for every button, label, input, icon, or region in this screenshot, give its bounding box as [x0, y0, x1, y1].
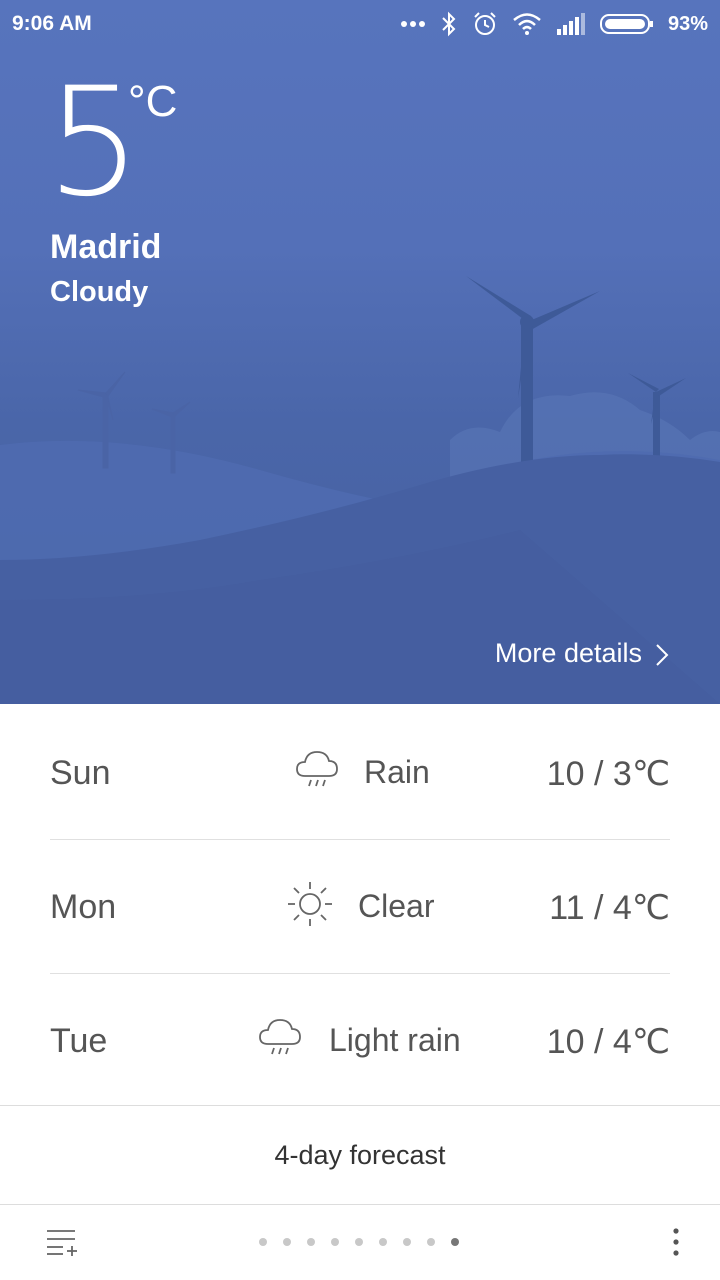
bottom-bar [0, 1205, 720, 1280]
page-indicator [259, 1238, 459, 1246]
forecast-condition: Light rain [329, 1022, 461, 1058]
page-dot [451, 1238, 459, 1246]
city-name: Madrid [50, 228, 162, 266]
forecast-condition: Clear [358, 888, 435, 924]
more-details-label: More details [494, 638, 642, 668]
page-dot [283, 1238, 291, 1246]
page-dot [427, 1238, 435, 1246]
bluetooth-icon [442, 11, 456, 37]
forecast-row[interactable]: Sun Rain 10 / 3℃ [50, 706, 670, 840]
status-bar: 9:06 AM 93% [0, 0, 720, 48]
page-dot [403, 1238, 411, 1246]
page-dot [259, 1238, 267, 1246]
forecast-day: Mon [50, 888, 117, 926]
battery-percent: 93% [667, 12, 708, 35]
rain-cloud-icon [259, 1019, 301, 1055]
page-dot [355, 1238, 363, 1246]
current-temperature: 5 [46, 56, 141, 230]
page-dot [379, 1238, 387, 1246]
forecast-range: 11 / 4℃ [549, 889, 670, 927]
forecast-range: 10 / 4℃ [546, 1023, 670, 1061]
signal-icon [556, 13, 585, 35]
wifi-icon [513, 13, 541, 35]
battery-icon [599, 14, 653, 34]
status-icons: 93% [400, 10, 708, 38]
forecast-row[interactable]: Tue Light rain 10 / 4℃ [50, 974, 670, 1107]
sun-icon [288, 882, 332, 926]
forecast-row[interactable]: Mon Clear 11 / 4℃ [50, 840, 670, 974]
more-dots-icon [400, 21, 425, 27]
chevron-right-icon[interactable] [654, 642, 670, 668]
forecast-list: Sun Rain 10 / 3℃ Mon Clear 11 / 4℃ Tue L… [50, 706, 670, 1107]
more-details-link[interactable]: More details [495, 638, 642, 669]
temperature-unit: °C [128, 77, 178, 126]
forecast-day: Tue [50, 1022, 108, 1060]
current-condition: Cloudy [50, 276, 149, 308]
forecast-day: Sun [50, 754, 111, 792]
alarm-icon [474, 12, 496, 35]
four-day-forecast-button[interactable]: 4-day forecast [0, 1106, 720, 1204]
overflow-menu-icon[interactable] [672, 1227, 680, 1257]
page-dot [331, 1238, 339, 1246]
weather-hero: 9:06 AM 93% 5 °C Madrid Cloudy More deta… [0, 0, 720, 704]
rain-cloud-icon [296, 751, 338, 787]
city-list-add-icon[interactable] [46, 1227, 78, 1257]
page-dot [307, 1238, 315, 1246]
forecast-range: 10 / 3℃ [546, 755, 670, 793]
status-time: 9:06 AM [12, 12, 92, 35]
forecast-condition: Rain [364, 754, 430, 790]
